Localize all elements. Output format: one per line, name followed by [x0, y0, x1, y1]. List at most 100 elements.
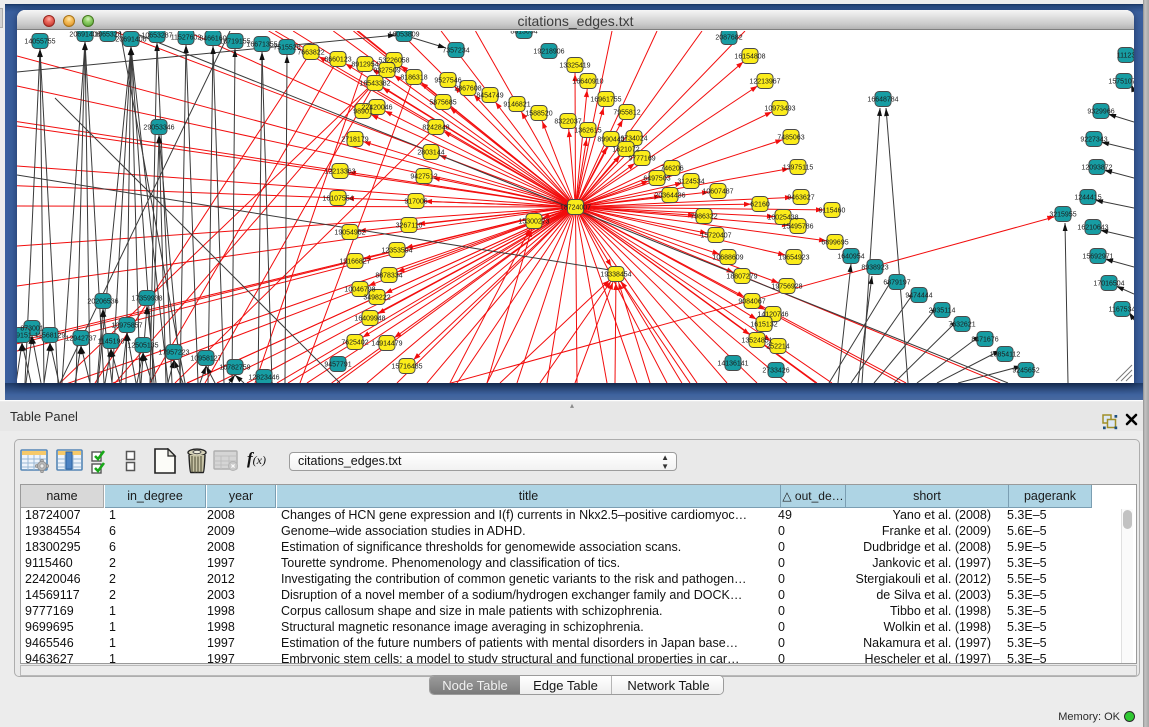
svg-text:5875685: 5875685 — [429, 100, 456, 107]
svg-text:10688609: 10688609 — [712, 255, 743, 262]
svg-text:7357234: 7357234 — [442, 48, 469, 55]
svg-text:8660123: 8660123 — [324, 57, 351, 64]
svg-text:18807279: 18807279 — [726, 274, 757, 281]
svg-text:14914479: 14914479 — [371, 341, 402, 348]
svg-text:10854112: 10854112 — [990, 352, 1021, 359]
svg-text:9777169: 9777169 — [628, 156, 655, 163]
svg-text:16107554: 16107554 — [322, 196, 353, 203]
svg-text:8878334: 8878334 — [375, 273, 402, 280]
svg-text:2867608: 2867608 — [454, 86, 481, 93]
svg-text:9457791: 9457791 — [324, 362, 351, 369]
svg-text:10975857: 10975857 — [111, 323, 142, 330]
svg-text:12093872: 12093872 — [1081, 165, 1112, 172]
svg-text:1621072: 1621072 — [612, 147, 639, 154]
svg-text:16640910: 16640910 — [572, 79, 603, 86]
svg-text:14055755: 14055755 — [24, 39, 55, 46]
svg-text:14120746: 14120746 — [757, 312, 788, 319]
svg-text:98901: 98901 — [353, 109, 373, 116]
svg-text:1167534: 1167534 — [1109, 307, 1134, 314]
svg-text:3124534: 3124534 — [677, 179, 704, 186]
svg-text:9527546: 9527546 — [434, 78, 461, 85]
svg-text:917006: 917006 — [404, 199, 427, 206]
svg-text:8454749: 8454749 — [476, 93, 503, 100]
svg-text:10607487: 10607487 — [702, 189, 733, 196]
svg-text:9474444: 9474444 — [905, 293, 932, 300]
svg-text:2718179: 2718179 — [341, 137, 368, 144]
svg-text:19654923: 19654923 — [778, 255, 809, 262]
svg-text:19054962: 19054962 — [334, 230, 365, 237]
svg-text:17016504: 17016504 — [1093, 281, 1124, 288]
svg-text:16053809: 16053809 — [388, 32, 419, 39]
svg-text:9245652: 9245652 — [1012, 368, 1039, 375]
svg-text:14136141: 14136141 — [717, 361, 748, 368]
svg-text:11123: 11123 — [1117, 53, 1134, 60]
svg-text:9327509: 9327509 — [373, 68, 400, 75]
svg-text:15300273: 15300273 — [518, 219, 549, 226]
svg-text:1244415: 1244415 — [1074, 195, 1101, 202]
svg-text:20364436: 20364436 — [654, 193, 685, 200]
svg-text:20206536: 20206536 — [87, 299, 118, 306]
svg-text:6734024: 6734024 — [620, 136, 647, 143]
svg-text:7625402: 7625402 — [341, 340, 368, 347]
svg-text:17957223: 17957223 — [158, 350, 189, 357]
svg-text:7663822: 7663822 — [297, 50, 324, 57]
svg-text:3215955: 3215955 — [1049, 212, 1076, 219]
svg-text:19218906: 19218906 — [533, 49, 564, 56]
svg-text:11527602: 11527602 — [171, 35, 202, 42]
svg-text:15716485: 15716485 — [391, 364, 422, 371]
svg-text:9115460: 9115460 — [819, 208, 846, 215]
svg-text:15692971: 15692971 — [1082, 254, 1113, 261]
svg-text:12823446: 12823446 — [248, 375, 279, 382]
svg-text:8186318: 8186318 — [400, 75, 427, 82]
svg-text:16648784: 16648784 — [867, 97, 898, 104]
svg-text:9227343: 9227343 — [1080, 137, 1107, 144]
svg-text:9427512: 9427512 — [410, 174, 437, 181]
svg-text:7632621: 7632621 — [948, 322, 975, 329]
svg-text:12213363: 12213363 — [324, 169, 355, 176]
svg-text:9084067: 9084067 — [738, 299, 765, 306]
svg-text:252214: 252214 — [766, 344, 789, 351]
svg-text:16409948: 16409948 — [354, 316, 385, 323]
svg-text:8471676: 8471676 — [971, 337, 998, 344]
svg-text:10958127: 10958127 — [190, 356, 221, 363]
svg-text:12505135: 12505135 — [127, 343, 158, 350]
svg-text:10653287: 10653287 — [141, 33, 172, 40]
svg-text:17359938: 17359938 — [131, 296, 162, 303]
svg-text:873001: 873001 — [20, 326, 43, 333]
svg-text:9146821: 9146821 — [503, 102, 530, 109]
svg-text:19338454: 19338454 — [600, 272, 631, 279]
svg-text:12353594: 12353594 — [381, 248, 412, 255]
svg-text:7986322: 7986322 — [690, 214, 717, 221]
svg-text:29053346: 29053346 — [143, 125, 174, 132]
svg-text:2087682: 2087682 — [715, 35, 742, 42]
svg-text:6879197: 6879197 — [883, 280, 910, 287]
svg-text:13975115: 13975115 — [783, 165, 814, 172]
svg-text:1640954: 1640954 — [837, 254, 864, 261]
svg-text:6899695: 6899695 — [821, 240, 848, 247]
svg-text:8813054: 8813054 — [510, 31, 537, 36]
svg-text:2935114: 2935114 — [929, 308, 956, 315]
svg-text:3267110: 3267110 — [396, 223, 423, 230]
svg-text:10025438: 10025438 — [767, 215, 798, 222]
svg-text:7485063: 7485063 — [777, 135, 804, 142]
svg-text:16154808: 16154808 — [734, 54, 765, 61]
svg-text:1362615: 1362615 — [574, 128, 601, 135]
svg-text:19166827: 19166827 — [339, 259, 370, 266]
svg-text:1615132: 1615132 — [750, 322, 777, 329]
svg-text:16961755: 16961755 — [590, 97, 621, 104]
svg-text:10046798: 10046798 — [344, 287, 375, 294]
svg-text:9329966: 9329966 — [1087, 109, 1114, 116]
svg-text:8242848: 8242848 — [422, 125, 449, 132]
svg-text:16782759: 16782759 — [219, 365, 250, 372]
svg-text:9463627: 9463627 — [787, 195, 814, 202]
svg-text:3498222: 3498222 — [363, 295, 390, 302]
svg-text:18724007: 18724007 — [560, 205, 591, 212]
svg-text:53226058: 53226058 — [378, 58, 409, 65]
svg-text:1145190: 1145190 — [98, 339, 125, 346]
svg-text:1588520: 1588520 — [525, 111, 552, 118]
svg-text:12213967: 12213967 — [749, 79, 780, 86]
svg-text:16543382: 16543382 — [359, 81, 390, 88]
svg-text:2733426: 2733426 — [762, 368, 789, 375]
svg-text:15751074: 15751074 — [1108, 79, 1134, 86]
svg-text:15720407: 15720407 — [700, 233, 731, 240]
